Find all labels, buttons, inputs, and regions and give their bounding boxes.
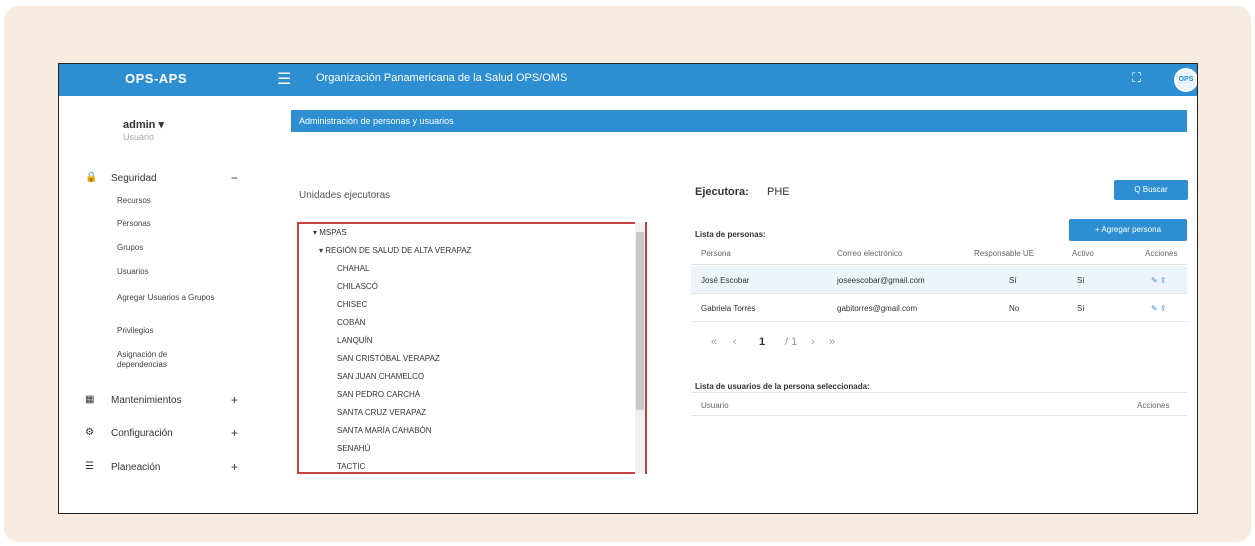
section-label: Mantenimientos bbox=[111, 395, 182, 406]
tree-node[interactable]: TACTIC bbox=[337, 462, 365, 471]
tree-node[interactable]: SAN CRISTÓBAL VERAPAZ bbox=[337, 354, 440, 363]
column-header: Responsable UE bbox=[974, 249, 1035, 258]
main-content: Administración de personas y usuarios Q … bbox=[249, 96, 1197, 513]
tree-node-region[interactable]: ▾ REGIÓN DE SALUD DE ALTA VERAPAZ bbox=[319, 246, 472, 255]
tree-node[interactable]: COBÁN bbox=[337, 318, 365, 327]
tree-node[interactable]: CHAHAL bbox=[337, 264, 369, 273]
units-label: Unidades ejecutoras bbox=[299, 190, 391, 201]
column-header: Acciones bbox=[1145, 249, 1178, 258]
sidebar-item-grupos[interactable]: Grupos bbox=[117, 243, 227, 253]
expand-icon[interactable]: + bbox=[231, 426, 238, 440]
activo-cell: Sí bbox=[1077, 276, 1085, 285]
gear-icon: ⚙ bbox=[85, 427, 94, 438]
app-window: OPS-APS ☰ Organización Panamericana de l… bbox=[58, 63, 1198, 514]
prev-page-icon[interactable]: ‹ bbox=[733, 336, 737, 348]
expand-icon[interactable]: + bbox=[231, 393, 238, 407]
app-title: Organización Panamericana de la Salud OP… bbox=[316, 72, 568, 84]
tree-node[interactable]: SAN PEDRO CARCHÁ bbox=[337, 390, 420, 399]
units-tree: ▾ MSPAS ▾ REGIÓN DE SALUD DE ALTA VERAPA… bbox=[297, 222, 647, 474]
list-icon: ☰ bbox=[85, 461, 94, 472]
sidebar-item-privilegios[interactable]: Privilegios bbox=[117, 326, 227, 336]
sidebar-item-usuarios[interactable]: Usuarios bbox=[117, 267, 227, 277]
personas-table-header: Persona Correo electrónico Responsable U… bbox=[691, 241, 1187, 265]
ejecutora-label: Ejecutora: bbox=[695, 186, 749, 198]
sidebar-section-mantenimientos[interactable]: ▦ Mantenimientos + bbox=[59, 390, 249, 412]
tree-node[interactable]: SANTA CRUZ VERAPAZ bbox=[337, 408, 426, 417]
next-page-icon[interactable]: › bbox=[811, 336, 815, 348]
sidebar-section-configuracion[interactable]: ⚙ Configuración + bbox=[59, 423, 249, 445]
sidebar-section-planeacion[interactable]: ☰ Planeación + bbox=[59, 457, 249, 479]
user-menu[interactable]: admin ▾ bbox=[123, 118, 164, 131]
sidebar-item-asignacion[interactable]: Asignación de dependencias bbox=[117, 350, 207, 370]
column-header: Usuario bbox=[701, 401, 729, 410]
sidebar-item-personas[interactable]: Personas bbox=[117, 219, 227, 229]
responsable-cell: No bbox=[1009, 304, 1020, 313]
sidebar: admin ▾ Usuario 🔒 Seguridad − Recursos P… bbox=[59, 96, 249, 513]
sidebar-item-agregar-usuarios[interactable]: Agregar Usuarios a Grupos bbox=[117, 293, 217, 303]
tree-node[interactable]: SAN JUAN CHAMELCO bbox=[337, 372, 424, 381]
total-pages: / 1 bbox=[785, 336, 798, 348]
current-page[interactable]: 1 bbox=[759, 336, 765, 348]
search-button[interactable]: Q Buscar bbox=[1114, 180, 1188, 200]
row-actions-icon[interactable]: ✎ ⇪ bbox=[1151, 266, 1167, 285]
usuarios-list-label: Lista de usuarios de la persona seleccio… bbox=[695, 382, 870, 391]
ops-logo-icon[interactable]: OPS bbox=[1174, 68, 1197, 92]
top-bar: OPS-APS ☰ Organización Panamericana de l… bbox=[59, 64, 1197, 96]
persona-cell: José Escobar bbox=[701, 276, 750, 285]
persona-cell: Gabriela Torres bbox=[701, 304, 756, 313]
personas-list-label: Lista de personas: bbox=[695, 230, 766, 239]
last-page-icon[interactable]: » bbox=[829, 336, 835, 348]
column-header: Correo electrónico bbox=[837, 249, 903, 258]
section-label: Configuración bbox=[111, 428, 173, 439]
responsable-cell: Sí bbox=[1009, 276, 1017, 285]
tree-node[interactable]: LANQUÍN bbox=[337, 336, 373, 345]
scrollbar-thumb[interactable] bbox=[636, 232, 644, 410]
usuarios-table-header: Usuario Acciones bbox=[691, 392, 1187, 416]
column-header: Persona bbox=[701, 249, 731, 258]
section-label: Seguridad bbox=[111, 173, 157, 184]
tree-scrollbar[interactable] bbox=[635, 222, 645, 474]
tree-node[interactable]: CHISEC bbox=[337, 300, 367, 309]
menu-icon[interactable]: ☰ bbox=[277, 69, 291, 89]
sidebar-item-recursos[interactable]: Recursos bbox=[117, 196, 227, 206]
first-page-icon[interactable]: « bbox=[711, 336, 717, 348]
row-actions-icon[interactable]: ✎ ⇪ bbox=[1151, 294, 1167, 313]
brand-name[interactable]: OPS-APS bbox=[125, 71, 187, 86]
sidebar-section-seguridad[interactable]: 🔒 Seguridad − bbox=[59, 168, 249, 190]
email-cell: joseescobar@gmail.com bbox=[837, 276, 925, 285]
tree-node[interactable]: SANTA MARÍA CAHABÓN bbox=[337, 426, 432, 435]
lock-icon: 🔒 bbox=[85, 172, 98, 183]
section-label: Planeación bbox=[111, 462, 161, 473]
figure-frame: OPS-APS ☰ Organización Panamericana de l… bbox=[4, 6, 1251, 542]
collapse-icon[interactable]: − bbox=[231, 171, 238, 185]
tree-node-mspas[interactable]: ▾ MSPAS bbox=[313, 228, 347, 237]
add-person-button[interactable]: + Agregar persona bbox=[1069, 219, 1187, 241]
tree-node[interactable]: CHILASCÓ bbox=[337, 282, 378, 291]
grid-icon: ▦ bbox=[85, 394, 95, 405]
column-header: Activo bbox=[1072, 249, 1094, 258]
email-cell: gabitorres@gmail.com bbox=[837, 304, 918, 313]
fullscreen-icon[interactable]: ⛶ bbox=[1132, 70, 1141, 86]
column-header: Acciones bbox=[1137, 401, 1170, 410]
user-role: Usuario bbox=[123, 132, 155, 142]
tree-node[interactable]: SENAHÚ bbox=[337, 444, 370, 453]
expand-icon[interactable]: + bbox=[231, 460, 238, 474]
page-title: Administración de personas y usuarios bbox=[291, 110, 1187, 132]
table-row[interactable]: José Escobar joseescobar@gmail.com Sí Sí… bbox=[691, 266, 1187, 294]
activo-cell: Sí bbox=[1077, 304, 1085, 313]
table-row[interactable]: Gabriela Torres gabitorres@gmail.com No … bbox=[691, 294, 1187, 322]
ejecutora-value: PHE bbox=[767, 186, 790, 198]
